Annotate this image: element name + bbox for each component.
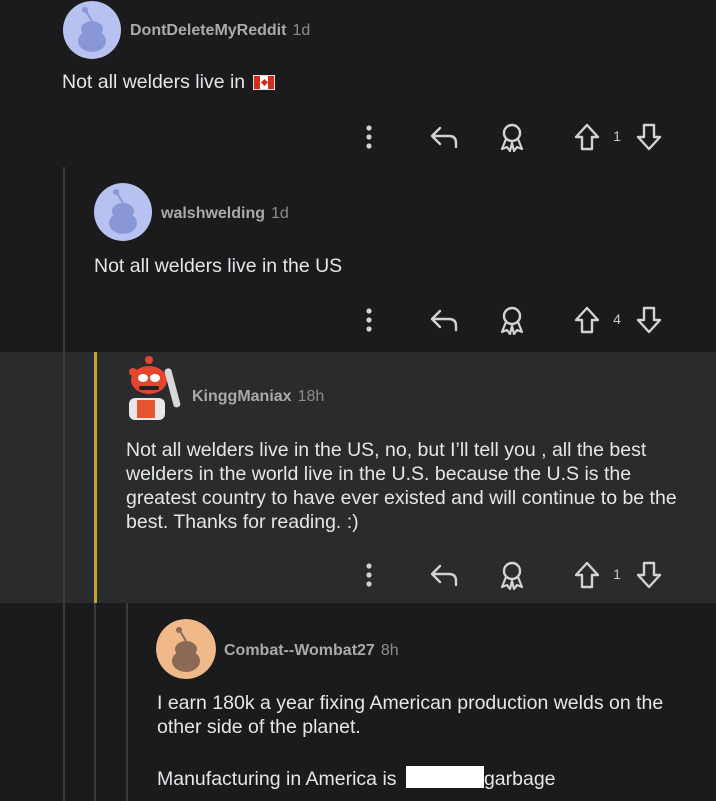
reply-icon[interactable] [427, 120, 461, 154]
comment-age: 1d [271, 205, 289, 222]
comment-text: Not all welders live in [62, 71, 246, 93]
award-icon[interactable] [495, 120, 529, 154]
username-text[interactable]: Combat--Wombat27 [224, 642, 375, 659]
vote-count: 1 [613, 128, 621, 144]
comment-body: Not all welders live in the US, no, but … [126, 439, 677, 533]
username[interactable]: Combat--Wombat27 8h [224, 642, 399, 660]
comment-age: 1d [292, 22, 311, 39]
comment-text: garbage [483, 768, 556, 790]
thread-line[interactable] [63, 352, 65, 603]
comment-body: Not all welders live in [62, 70, 662, 94]
vote-count: 4 [613, 311, 621, 327]
award-icon[interactable] [495, 558, 529, 592]
downvote-icon[interactable] [632, 303, 666, 337]
comment-body: I earn 180k a year fixing American produ… [157, 692, 664, 738]
avatar[interactable] [62, 1, 122, 59]
username[interactable]: KinggManiax 18h [192, 388, 324, 406]
comment-walshwelding: walshwelding 1d Not all welders live in t… [0, 170, 716, 350]
comment-actions: 1 [352, 120, 682, 154]
upvote-icon[interactable] [570, 558, 604, 592]
more-vertical-icon[interactable] [352, 303, 386, 337]
reply-icon[interactable] [427, 303, 461, 337]
comment-dontdeletemyreddit: DontDeleteMyReddit 1d Not all welders liv… [0, 0, 716, 165]
comment-body-line2: Manufacturing in America is garbage [157, 766, 682, 791]
username-text[interactable]: KinggManiax [192, 388, 292, 405]
more-vertical-icon[interactable] [352, 558, 386, 592]
avatar[interactable] [93, 183, 153, 241]
username-text[interactable]: walshwelding [161, 205, 265, 222]
vote-count: 1 [613, 566, 621, 582]
upvote-icon[interactable] [570, 120, 604, 154]
comment-actions: 1 [352, 558, 682, 592]
comment-kinggmaniax: KinggManiax 18h Not all welders live in t… [0, 352, 716, 603]
redaction-box [405, 766, 484, 788]
comment-body: Not all welders live in the US [94, 255, 343, 277]
highlight-bar [94, 352, 97, 603]
comment-age: 18h [297, 388, 325, 405]
comment-combat-wombat27: Combat--Wombat27 8h I earn 180k a year fi… [0, 604, 716, 801]
canada-flag-icon [252, 75, 275, 90]
downvote-icon[interactable] [632, 120, 666, 154]
upvote-icon[interactable] [570, 303, 604, 337]
username[interactable]: DontDeleteMyReddit 1d [130, 22, 310, 40]
downvote-icon[interactable] [632, 558, 666, 592]
comment-actions: 4 [352, 303, 682, 337]
reply-icon[interactable] [427, 558, 461, 592]
snoo-avatar[interactable] [123, 354, 187, 422]
username-text[interactable]: DontDeleteMyReddit [130, 22, 286, 39]
comment-age: 8h [380, 642, 399, 659]
comment-text: Manufacturing in America is [157, 768, 397, 790]
award-icon[interactable] [495, 303, 529, 337]
more-vertical-icon[interactable] [352, 120, 386, 154]
avatar[interactable] [156, 619, 216, 679]
username[interactable]: walshwelding 1d [161, 205, 289, 223]
